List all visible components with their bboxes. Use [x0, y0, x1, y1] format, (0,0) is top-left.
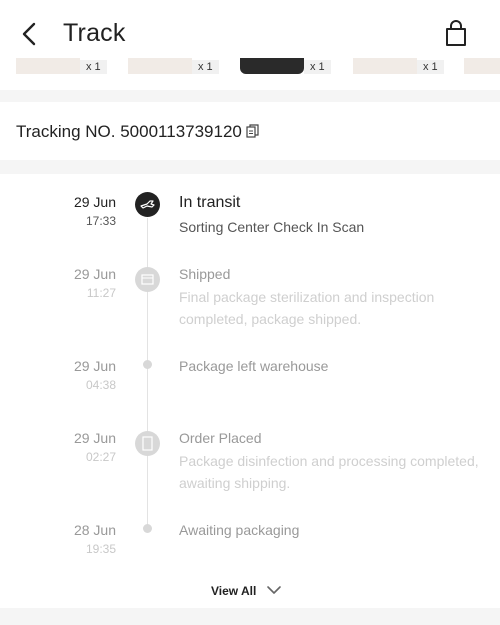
- event-time: 02:27: [85, 450, 116, 464]
- event-date: 29 Jun: [73, 358, 116, 374]
- timeline-dot: [143, 360, 152, 369]
- event-time: 17:33: [85, 214, 116, 228]
- event-title: Awaiting packaging: [179, 522, 300, 538]
- quantity-label: x 1: [304, 60, 331, 74]
- event-title: Package left warehouse: [179, 358, 329, 374]
- event-title: In transit: [179, 194, 241, 211]
- product-thumbnail[interactable]: [353, 58, 417, 74]
- copy-icon[interactable]: [246, 124, 260, 138]
- box-icon: [135, 267, 160, 292]
- document-icon: [135, 431, 160, 456]
- event-title: Shipped: [179, 266, 231, 282]
- plane-icon: [135, 192, 160, 217]
- event-date: 29 Jun: [73, 266, 116, 282]
- event-description: Final package sterilization and inspecti…: [179, 289, 435, 327]
- product-thumbnail[interactable]: [16, 58, 80, 74]
- event-time: 19:35: [85, 542, 116, 556]
- quantity-label: x 1: [192, 60, 219, 74]
- back-arrow-icon[interactable]: [14, 18, 46, 50]
- event-date: 29 Jun: [73, 194, 116, 210]
- product-thumbnail[interactable]: [128, 58, 192, 74]
- tracking-number: Tracking NO. 5000113739120: [16, 122, 242, 141]
- view-all-button[interactable]: View All: [211, 584, 256, 598]
- product-thumbnails: x 1 x 1 x 1 x 1: [0, 58, 500, 90]
- product-thumbnail[interactable]: [240, 58, 304, 74]
- shopping-bag-icon[interactable]: [440, 18, 472, 50]
- event-time: 11:27: [86, 286, 116, 300]
- chevron-down-icon[interactable]: [266, 584, 282, 596]
- tracking-timeline: 29 Jun 17:33 In transit Sorting Center C…: [0, 174, 500, 608]
- quantity-label: x 1: [80, 60, 107, 74]
- event-date: 29 Jun: [73, 430, 116, 446]
- timeline-connector: [147, 218, 148, 530]
- app-header: Track: [0, 0, 500, 62]
- event-description: Sorting Center Check In Scan: [179, 219, 365, 235]
- timeline-dot: [143, 524, 152, 533]
- quantity-label: x 1: [417, 60, 444, 74]
- product-thumbnail[interactable]: [464, 58, 500, 74]
- page-title: Track: [63, 19, 126, 47]
- event-description: Package disinfection and processing comp…: [179, 453, 479, 491]
- event-date: 28 Jun: [73, 522, 116, 538]
- event-title: Order Placed: [179, 430, 262, 446]
- event-time: 04:38: [85, 378, 116, 392]
